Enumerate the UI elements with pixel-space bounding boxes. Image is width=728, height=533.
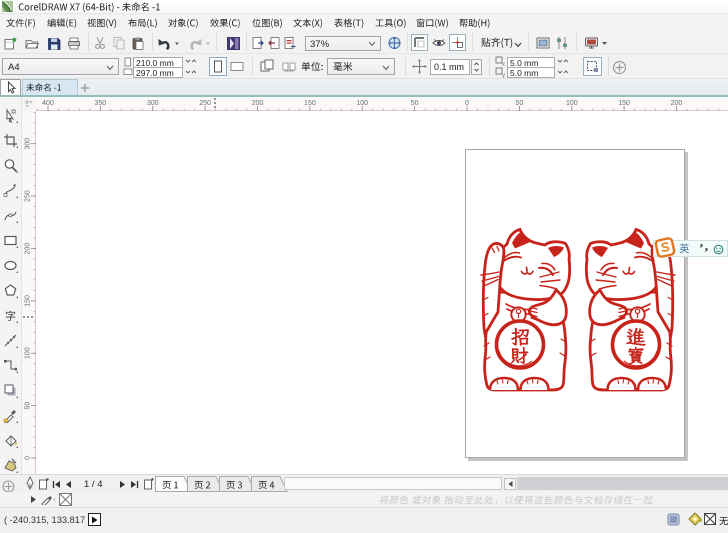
svg-text:50: 50 <box>516 100 524 107</box>
svg-text:200: 200 <box>25 243 32 255</box>
svg-text:50: 50 <box>411 100 419 107</box>
svg-text:150: 150 <box>304 100 316 107</box>
svg-text:200: 200 <box>252 100 264 107</box>
svg-text:50: 50 <box>25 402 32 410</box>
svg-text:0: 0 <box>25 456 32 460</box>
svg-text:150: 150 <box>618 100 630 107</box>
svg-text:100: 100 <box>566 100 578 107</box>
svg-text:400: 400 <box>42 100 54 107</box>
svg-text:350: 350 <box>94 100 106 107</box>
svg-text:300: 300 <box>25 138 32 150</box>
svg-text:150: 150 <box>25 295 32 307</box>
svg-text:100: 100 <box>356 100 368 107</box>
svg-text:y: y <box>502 73 505 78</box>
svg-text:250: 250 <box>25 190 32 202</box>
svg-text:300: 300 <box>147 100 159 107</box>
svg-text:200: 200 <box>671 100 683 107</box>
svg-text:100: 100 <box>25 347 32 359</box>
svg-text:250: 250 <box>199 100 211 107</box>
svg-text:0: 0 <box>465 100 469 107</box>
